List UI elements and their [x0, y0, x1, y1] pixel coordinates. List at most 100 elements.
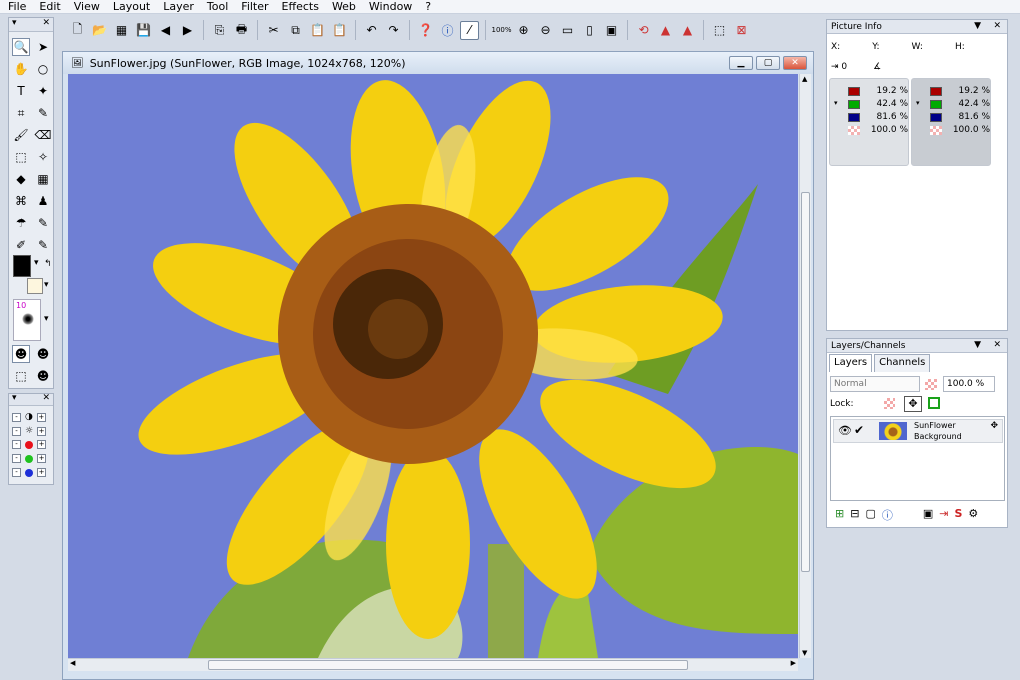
flip-icon[interactable]: ⟲	[634, 21, 653, 40]
layer-info-icon[interactable]: ⓘ	[882, 507, 893, 523]
duplicate-layer-icon[interactable]: ▢	[865, 507, 875, 523]
brush-preview[interactable]: 10	[13, 299, 41, 341]
minus-button[interactable]: -	[12, 426, 21, 436]
menu-window[interactable]: Window	[369, 0, 412, 13]
dropdown-icon[interactable]: ▾	[916, 99, 920, 107]
new-layer-icon[interactable]: ⊞	[835, 507, 844, 523]
new-icon[interactable]: 🗋	[68, 21, 87, 40]
blur-tool-icon[interactable]: ✎	[34, 214, 52, 232]
hand-tool-icon[interactable]: ✋	[12, 60, 30, 78]
zoom-100-button[interactable]: 100%	[492, 21, 512, 40]
zoom-in-icon[interactable]: ⊕	[514, 21, 533, 40]
layer-row[interactable]: 👁 ✔ SunFlower Background ✥	[833, 419, 1003, 443]
scroll-down-icon[interactable]: ▼	[802, 649, 807, 657]
undo-icon[interactable]: ↶	[362, 21, 381, 40]
selection-mode-icon[interactable]: ⬚	[12, 367, 30, 385]
move-tool-icon[interactable]: ➤	[34, 38, 52, 56]
mirror-icon[interactable]: ▲	[656, 21, 675, 40]
crop-icon[interactable]: ⬚	[710, 21, 729, 40]
bg-dropdown-icon[interactable]: ▾	[44, 280, 49, 290]
visibility-eye-icon[interactable]: 👁	[838, 424, 852, 437]
clone-tool-icon[interactable]: ⌘	[12, 192, 30, 210]
print-icon[interactable]: 🖶	[232, 21, 251, 40]
scroll-up-icon[interactable]: ▲	[802, 75, 807, 83]
document-titlebar[interactable]: 🖼 SunFlower.jpg (SunFlower, RGB Image, 1…	[63, 52, 813, 74]
merge-layer-icon[interactable]: ⊟	[850, 507, 859, 523]
vertical-scrollbar[interactable]: ▲ ▼	[799, 74, 811, 658]
swap-arrow-icon[interactable]: ↰	[44, 259, 52, 269]
help-icon[interactable]: ❓	[416, 21, 435, 40]
minus-button[interactable]: -	[12, 468, 21, 477]
horizontal-scrollbar[interactable]: ◀ ▶	[68, 658, 798, 671]
path-tool-icon[interactable]: ✦	[34, 82, 52, 100]
retouch-tool-icon[interactable]: ✎	[34, 236, 52, 254]
close-icon[interactable]: ✕	[42, 18, 50, 28]
vertical-scroll-thumb[interactable]	[801, 192, 810, 572]
swap-colors-icon[interactable]: ▾	[34, 258, 39, 268]
lock-transparency-icon[interactable]	[884, 398, 895, 409]
scroll-left-icon[interactable]: ◀	[70, 659, 75, 667]
text-tool-icon[interactable]: T	[12, 82, 30, 100]
mask-edit-icon[interactable]: ☻	[34, 345, 52, 363]
background-color-swatch[interactable]	[27, 278, 43, 294]
info-icon[interactable]: ⓘ	[438, 21, 457, 40]
menu-tool[interactable]: Tool	[207, 0, 228, 13]
menu-effects[interactable]: Effects	[282, 0, 319, 13]
close-icon[interactable]: ✕	[993, 20, 1001, 33]
flatten-icon[interactable]: ⇥	[939, 507, 948, 523]
redo-icon[interactable]: ↷	[384, 21, 403, 40]
cut-icon[interactable]: ✂	[264, 21, 283, 40]
menu-help[interactable]: ?	[425, 0, 431, 13]
lock-pixels-icon[interactable]	[928, 397, 940, 409]
eraser-tool-icon[interactable]: ⌫	[34, 126, 52, 144]
mask-mode-icon[interactable]: ☻	[12, 345, 30, 363]
forward-icon[interactable]: ▶	[178, 21, 197, 40]
fit-icon[interactable]: ▭	[558, 21, 577, 40]
style-icon[interactable]: S	[954, 507, 962, 523]
image-canvas[interactable]	[68, 74, 798, 658]
layer-check-icon[interactable]: ✔	[854, 423, 864, 437]
fill-tool-icon[interactable]: ◆	[12, 170, 30, 188]
quick-mask-icon[interactable]: ☻	[34, 367, 52, 385]
scroll-right-icon[interactable]: ▶	[791, 659, 796, 667]
resize-icon[interactable]: ⊠	[732, 21, 751, 40]
smudge-tool-icon[interactable]: ☂	[12, 214, 30, 232]
plus-button[interactable]: +	[37, 440, 46, 449]
zoom-tool-icon[interactable]: 🔍	[12, 38, 30, 56]
eyedropper-tool-icon[interactable]: ✎	[34, 104, 52, 122]
actual-size-icon[interactable]: ▯	[580, 21, 599, 40]
crop-tool-icon[interactable]: ⌗	[12, 104, 30, 122]
plus-button[interactable]: +	[36, 412, 46, 422]
blend-mode-select[interactable]: Normal	[830, 376, 920, 392]
plus-button[interactable]: +	[37, 468, 46, 477]
tab-channels[interactable]: Channels	[874, 354, 931, 372]
panel-menu-icon[interactable]: ▼	[974, 339, 981, 352]
brush-dropdown-icon[interactable]: ▾	[44, 314, 49, 324]
save-icon[interactable]: 💾	[134, 21, 153, 40]
opacity-input[interactable]: 100.0 %	[943, 376, 995, 392]
dropdown-icon[interactable]: ▾	[834, 99, 838, 107]
browse-icon[interactable]: ▦	[112, 21, 131, 40]
layer-to-image-icon[interactable]: ▣	[923, 507, 933, 523]
minus-button[interactable]: -	[12, 454, 21, 463]
palette-menu-icon[interactable]: ▾	[12, 393, 17, 403]
paste-into-icon[interactable]: 📋	[330, 21, 349, 40]
copy-icon[interactable]: ⧉	[286, 21, 305, 40]
back-icon[interactable]: ◀	[156, 21, 175, 40]
move-icon[interactable]: ✥	[990, 421, 998, 431]
menu-filter[interactable]: Filter	[241, 0, 268, 13]
menu-view[interactable]: View	[74, 0, 100, 13]
scan-icon[interactable]: ⎘	[210, 21, 229, 40]
palette-menu-icon[interactable]: ▾	[12, 18, 17, 28]
tab-layers[interactable]: Layers	[829, 354, 873, 372]
foreground-color-swatch[interactable]	[13, 255, 31, 277]
menu-edit[interactable]: Edit	[39, 0, 60, 13]
gradient-tool-icon[interactable]: ▦	[34, 170, 52, 188]
lock-position-icon[interactable]: ✥	[904, 396, 922, 412]
menu-web[interactable]: Web	[332, 0, 356, 13]
menu-layer[interactable]: Layer	[163, 0, 194, 13]
menu-file[interactable]: File	[8, 0, 26, 13]
rotate-icon[interactable]: ▣	[602, 21, 621, 40]
zoom-out-icon[interactable]: ⊖	[536, 21, 555, 40]
minimize-button[interactable]: ▁	[729, 56, 753, 70]
